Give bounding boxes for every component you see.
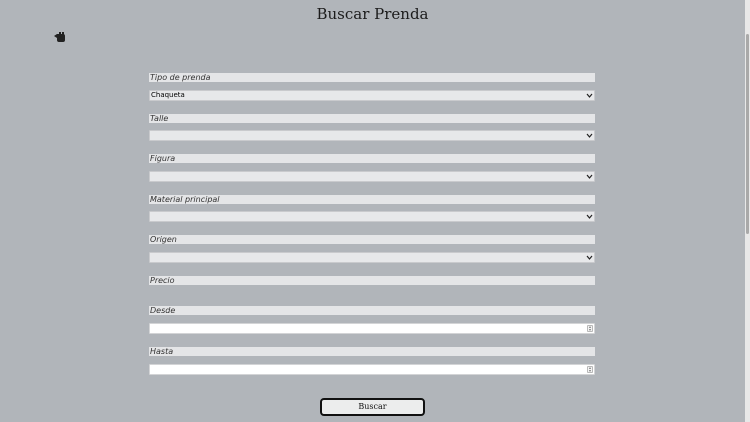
chevron-down-icon	[586, 93, 593, 98]
figura-label: Figura	[149, 154, 595, 163]
vertical-scrollbar[interactable]	[745, 0, 750, 422]
talle-select[interactable]	[149, 130, 595, 141]
origen-select[interactable]	[149, 252, 595, 263]
chevron-down-icon	[586, 214, 593, 219]
hasta-spinner[interactable]	[587, 366, 593, 373]
chevron-down-icon	[586, 255, 593, 260]
material-principal-select[interactable]	[149, 211, 595, 222]
hasta-input[interactable]	[149, 364, 595, 375]
figura-select[interactable]	[149, 171, 595, 182]
desde-spinner[interactable]	[587, 325, 593, 332]
page-title: Buscar Prenda	[316, 5, 429, 23]
desde-input[interactable]	[149, 323, 595, 334]
talle-label: Talle	[149, 114, 595, 123]
origen-label: Origen	[149, 235, 595, 244]
scrollbar-thumb[interactable]	[746, 34, 749, 234]
precio-label: Precio	[149, 276, 595, 285]
chevron-down-icon	[586, 133, 593, 138]
back-hand-icon[interactable]	[54, 32, 66, 42]
hasta-label: Hasta	[149, 347, 595, 356]
buscar-button[interactable]: Buscar	[320, 398, 425, 416]
desde-label: Desde	[149, 306, 595, 315]
material-principal-label: Material principal	[149, 195, 595, 204]
tipo-de-prenda-select[interactable]: Chaqueta	[149, 90, 595, 101]
tipo-de-prenda-value: Chaqueta	[151, 91, 185, 99]
tipo-de-prenda-label: Tipo de prenda	[149, 73, 595, 82]
chevron-down-icon	[586, 174, 593, 179]
